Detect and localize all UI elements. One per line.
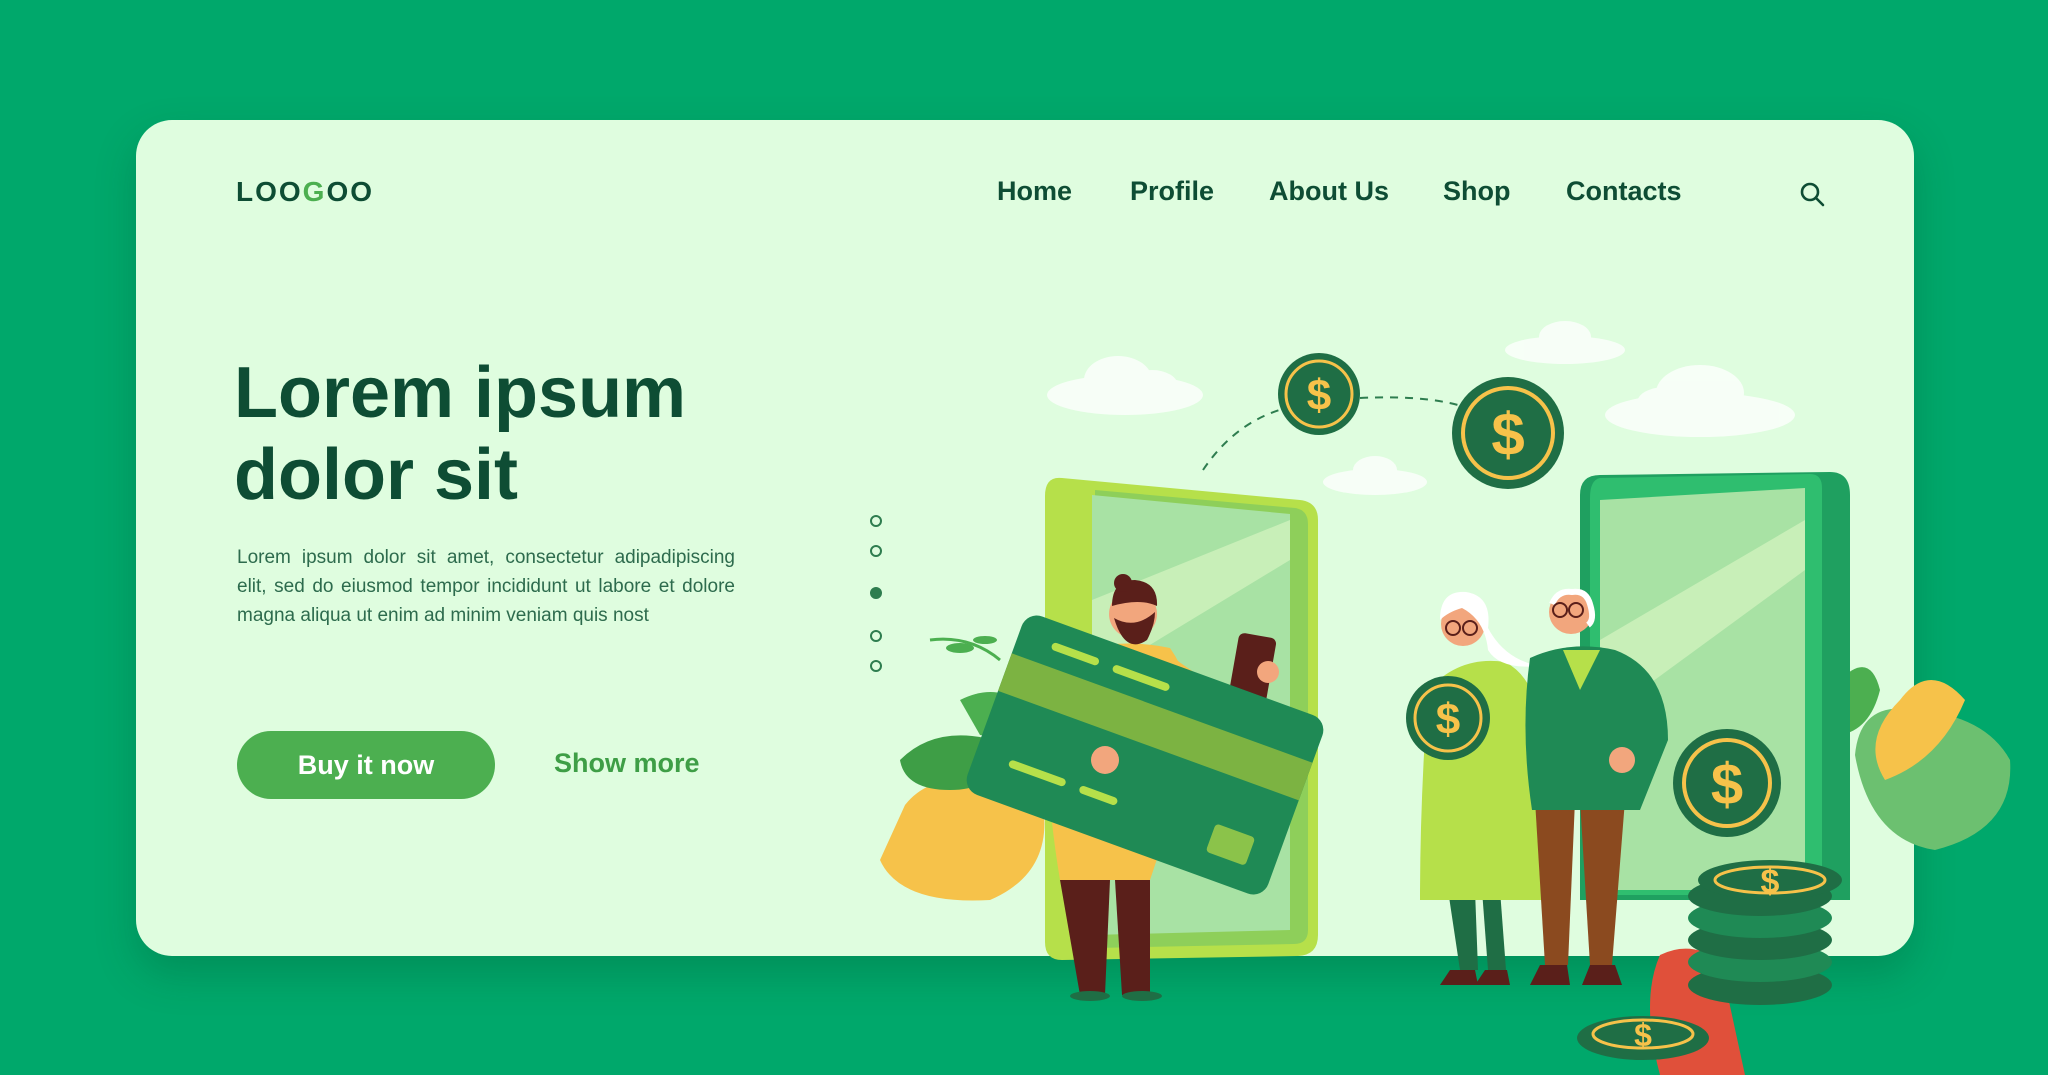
logo[interactable]: LOOGOO (236, 176, 374, 208)
nav-home[interactable]: Home (997, 176, 1072, 207)
buy-it-now-button[interactable]: Buy it now (237, 731, 495, 799)
hero-title-line1: Lorem ipsum (234, 353, 687, 433)
carousel-dot[interactable] (870, 515, 882, 527)
hero-title: Lorem ipsum dolor sit (234, 352, 794, 516)
hero-title-line2: dolor sit (234, 435, 518, 515)
show-more-button[interactable]: Show more (554, 748, 700, 779)
hero-description: Lorem ipsum dolor sit amet, consectetur … (237, 547, 735, 626)
logo-g: G (302, 176, 327, 207)
carousel-dot[interactable] (870, 630, 882, 642)
carousel-dot-active[interactable] (870, 587, 882, 599)
search-icon[interactable] (1798, 180, 1828, 210)
nav-shop[interactable]: Shop (1443, 176, 1511, 207)
carousel-indicator (868, 515, 888, 675)
nav-profile[interactable]: Profile (1130, 176, 1214, 207)
nav-about-us[interactable]: About Us (1269, 176, 1389, 207)
coin-ground: $ (1577, 1016, 1709, 1060)
logo-prefix: LOO (236, 176, 303, 207)
carousel-dot[interactable] (870, 545, 882, 557)
logo-suffix: OO (326, 176, 375, 207)
nav-contacts[interactable]: Contacts (1566, 176, 1682, 207)
bag (1650, 948, 1745, 1075)
carousel-dot[interactable] (870, 660, 882, 672)
coin-symbol: $ (1634, 1017, 1652, 1053)
landing-card (136, 120, 1914, 956)
